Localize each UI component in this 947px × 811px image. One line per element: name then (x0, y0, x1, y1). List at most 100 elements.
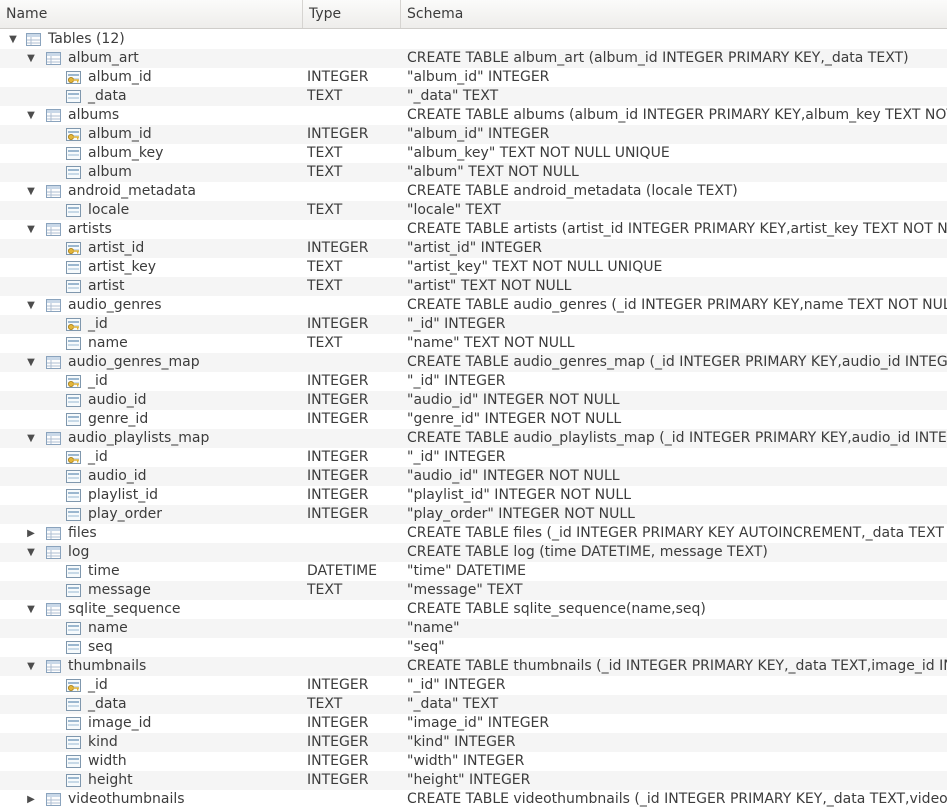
schema-cell: CREATE TABLE log (time DATETIME, message… (407, 544, 768, 560)
schema-cell: "artist_key" TEXT NOT NULL UNIQUE (407, 259, 663, 275)
name-cell: _data (0, 695, 303, 714)
column-row[interactable]: album_id INTEGER "album_id" INTEGER (0, 68, 947, 87)
tables-group-row[interactable]: ▼ Tables (12) (0, 30, 947, 49)
column-row[interactable]: genre_id INTEGER "genre_id" INTEGER NOT NU… (0, 410, 947, 429)
column-header-bar: Name Type Schema (0, 0, 947, 29)
schema-cell: "audio_id" INTEGER NOT NULL (407, 468, 620, 484)
table-row[interactable]: ▼ album_art CREATE TABLE album_art (album_… (0, 49, 947, 68)
row-name-label: android_metadata (68, 183, 196, 199)
row-name-label: height (88, 772, 133, 788)
expand-arrow-icon[interactable]: ▼ (7, 30, 19, 49)
column-row[interactable]: play_order INTEGER "play_order" INTEGER NO… (0, 505, 947, 524)
table-icon (46, 431, 61, 446)
table-row[interactable]: ▶ videothumbnails CREATE TABLE videothumbn… (0, 790, 947, 809)
type-cell: INTEGER (307, 677, 369, 693)
type-cell: INTEGER (307, 715, 369, 731)
name-cell: ▼ log (0, 543, 303, 562)
schema-cell: "album_id" INTEGER (407, 69, 550, 85)
column-row[interactable]: audio_id INTEGER "audio_id" INTEGER NOT NU… (0, 467, 947, 486)
collapse-arrow-icon[interactable]: ▶ (25, 524, 37, 543)
column-row[interactable]: album TEXT "album" TEXT NOT NULL (0, 163, 947, 182)
column-row[interactable]: width INTEGER "width" INTEGER (0, 752, 947, 771)
column-row[interactable]: artist_key TEXT "artist_key" TEXT NOT NULL… (0, 258, 947, 277)
column-row[interactable]: name "name" (0, 619, 947, 638)
expand-arrow-icon[interactable]: ▼ (25, 49, 37, 68)
column-row[interactable]: album_id INTEGER "album_id" INTEGER (0, 125, 947, 144)
expand-arrow-icon[interactable]: ▼ (25, 106, 37, 125)
table-row[interactable]: ▼ android_metadata CREATE TABLE android_me… (0, 182, 947, 201)
type-cell (307, 619, 401, 638)
name-cell: _id (0, 372, 303, 391)
column-header-type[interactable]: Type (303, 0, 401, 28)
name-cell: name (0, 334, 303, 353)
table-row[interactable]: ▶ files CREATE TABLE files (_id INTEGER PR… (0, 524, 947, 543)
primary-key-icon (66, 127, 81, 142)
name-cell: time (0, 562, 303, 581)
column-row[interactable]: audio_id INTEGER "audio_id" INTEGER NOT NU… (0, 391, 947, 410)
column-row[interactable]: artist TEXT "artist" TEXT NOT NULL (0, 277, 947, 296)
table-icon (46, 298, 61, 313)
table-row[interactable]: ▼ thumbnails CREATE TABLE thumbnails (_id … (0, 657, 947, 676)
name-cell: artist_key (0, 258, 303, 277)
type-cell: TEXT (307, 259, 343, 275)
column-row[interactable]: _data TEXT "_data" TEXT (0, 87, 947, 106)
column-row[interactable]: playlist_id INTEGER "playlist_id" INTEGER … (0, 486, 947, 505)
column-row[interactable]: _data TEXT "_data" TEXT (0, 695, 947, 714)
name-cell: album_id (0, 125, 303, 144)
row-name-label: audio_playlists_map (68, 430, 210, 446)
schema-cell: "_id" INTEGER (407, 316, 506, 332)
table-row[interactable]: ▼ audio_playlists_map CREATE TABLE audio_p… (0, 429, 947, 448)
expand-arrow-icon[interactable]: ▼ (25, 296, 37, 315)
column-row[interactable]: name TEXT "name" TEXT NOT NULL (0, 334, 947, 353)
expand-arrow-icon[interactable]: ▼ (25, 429, 37, 448)
row-name-label: _id (88, 316, 108, 332)
name-cell: seq (0, 638, 303, 657)
type-cell: INTEGER (307, 69, 369, 85)
column-icon (66, 488, 81, 503)
table-row[interactable]: ▼ albums CREATE TABLE albums (album_id INT… (0, 106, 947, 125)
column-row[interactable]: album_key TEXT "album_key" TEXT NOT NULL U… (0, 144, 947, 163)
table-icon (46, 545, 61, 560)
table-row[interactable]: ▼ audio_genres CREATE TABLE audio_genres (… (0, 296, 947, 315)
expand-arrow-icon[interactable]: ▼ (25, 657, 37, 676)
type-cell: TEXT (307, 88, 343, 104)
name-cell: name (0, 619, 303, 638)
column-row[interactable]: _id INTEGER "_id" INTEGER (0, 315, 947, 334)
column-row[interactable]: _id INTEGER "_id" INTEGER (0, 676, 947, 695)
name-cell: ▶ files (0, 524, 303, 543)
column-row[interactable]: message TEXT "message" TEXT (0, 581, 947, 600)
table-row[interactable]: ▼ artists CREATE TABLE artists (artist_id … (0, 220, 947, 239)
column-row[interactable]: _id INTEGER "_id" INTEGER (0, 372, 947, 391)
collapse-arrow-icon[interactable]: ▶ (25, 790, 37, 809)
expand-arrow-icon[interactable]: ▼ (25, 543, 37, 562)
schema-cell: "seq" (407, 639, 445, 655)
column-row[interactable]: time DATETIME "time" DATETIME (0, 562, 947, 581)
column-row[interactable]: image_id INTEGER "image_id" INTEGER (0, 714, 947, 733)
column-row[interactable]: locale TEXT "locale" TEXT (0, 201, 947, 220)
expand-arrow-icon[interactable]: ▼ (25, 182, 37, 201)
primary-key-icon (66, 450, 81, 465)
column-row[interactable]: kind INTEGER "kind" INTEGER (0, 733, 947, 752)
expand-arrow-icon[interactable]: ▼ (25, 353, 37, 372)
type-cell (307, 49, 401, 68)
type-cell (307, 543, 401, 562)
column-header-name[interactable]: Name (0, 0, 303, 28)
column-row[interactable]: seq "seq" (0, 638, 947, 657)
table-row[interactable]: ▼ sqlite_sequence CREATE TABLE sqlite_sequ… (0, 600, 947, 619)
column-icon (66, 89, 81, 104)
table-row[interactable]: ▼ audio_genres_map CREATE TABLE audio_genr… (0, 353, 947, 372)
column-icon (66, 146, 81, 161)
schema-cell: "time" DATETIME (407, 563, 526, 579)
name-cell: ▼ album_art (0, 49, 303, 68)
column-row[interactable]: artist_id INTEGER "artist_id" INTEGER (0, 239, 947, 258)
column-icon (66, 640, 81, 655)
column-row[interactable]: height INTEGER "height" INTEGER (0, 771, 947, 790)
expand-arrow-icon[interactable]: ▼ (25, 600, 37, 619)
column-row[interactable]: _id INTEGER "_id" INTEGER (0, 448, 947, 467)
name-cell: artist_id (0, 239, 303, 258)
column-header-schema[interactable]: Schema (401, 0, 947, 28)
expand-arrow-icon[interactable]: ▼ (25, 220, 37, 239)
name-cell: ▼ Tables (12) (0, 30, 303, 49)
table-row[interactable]: ▼ log CREATE TABLE log (time DATETIME, mes… (0, 543, 947, 562)
name-cell: album_id (0, 68, 303, 87)
